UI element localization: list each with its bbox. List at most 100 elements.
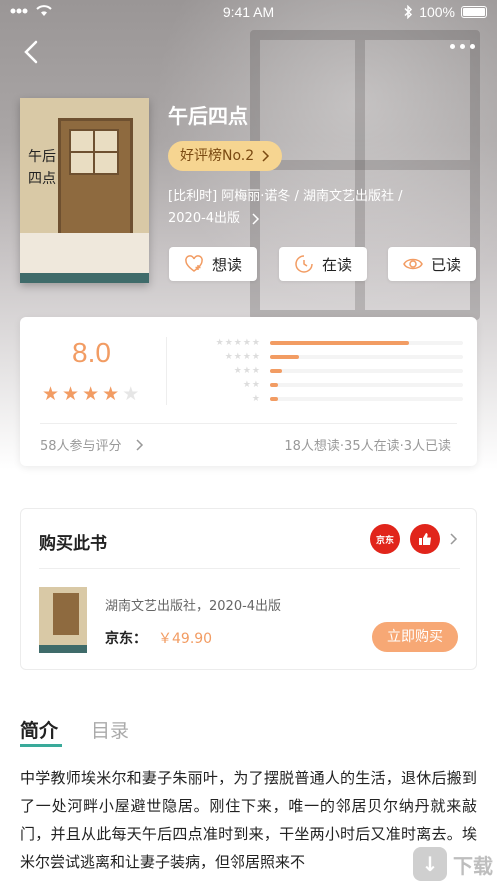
cover-strip-art bbox=[20, 273, 149, 283]
more-dot-icon bbox=[460, 44, 465, 49]
rating-stats: 18人想读·35人在读·3人已读 bbox=[284, 439, 451, 454]
reading-button[interactable]: 在读 bbox=[279, 247, 367, 281]
book-meta[interactable]: [比利时] 阿梅丽·诺冬 / 湖南文艺出版社 / 2020-4出版 bbox=[168, 186, 458, 230]
battery-icon bbox=[461, 6, 487, 18]
buy-shop-icons[interactable]: 京东 bbox=[370, 524, 458, 554]
star-small-icon: ★ bbox=[251, 337, 260, 348]
rating-row-stars: ★ ★ ★ ★ ★ bbox=[188, 337, 260, 348]
tab-active-underline bbox=[20, 744, 62, 747]
rating-footer-divider bbox=[40, 423, 457, 424]
star-small-icon: ★ bbox=[242, 379, 251, 390]
have-read-label: 已读 bbox=[430, 255, 461, 274]
more-button[interactable] bbox=[450, 44, 475, 49]
watermark: ↓ 下载 bbox=[413, 847, 493, 881]
rating-card: 8.0 ★ ★ ★ ★ ★ ★ ★ ★ ★ ★ ★ ★ ★ ★ ★ ★ ★ ★ ★ ★ 58人参与评分 18人想读·… bbox=[20, 317, 477, 466]
buy-price: ￥49.90 bbox=[158, 631, 213, 647]
star-filled-icon: ★ bbox=[62, 383, 80, 405]
eye-check-icon bbox=[403, 258, 423, 270]
star-small-icon: ★ bbox=[233, 337, 242, 348]
chevron-right-icon bbox=[450, 533, 458, 545]
bluetooth-icon bbox=[404, 5, 413, 19]
rating-bar-track bbox=[270, 383, 463, 387]
rating-bar-track bbox=[270, 355, 463, 359]
watermark-text: 下载 bbox=[453, 853, 493, 878]
tab-intro[interactable]: 简介 bbox=[20, 716, 58, 743]
star-small-icon: ★ bbox=[251, 393, 260, 404]
rank-badge[interactable]: 好评榜No.2 bbox=[168, 141, 283, 171]
more-dot-icon bbox=[470, 44, 475, 49]
thumbs-up-icon bbox=[419, 533, 431, 545]
rating-bar-fill bbox=[270, 341, 409, 345]
rating-bar-track bbox=[270, 341, 463, 345]
star-small-icon: ★ bbox=[215, 337, 224, 348]
back-button[interactable] bbox=[18, 38, 46, 66]
status-right-group: 100% bbox=[403, 4, 487, 20]
star-small-icon: ★ bbox=[242, 337, 251, 348]
rating-bar-fill bbox=[270, 397, 278, 401]
more-dot-icon bbox=[450, 44, 455, 49]
rating-score: 8.0 bbox=[72, 337, 111, 368]
star-small-icon: ★ bbox=[224, 337, 233, 348]
rating-distribution-row: ★ ★ ★ ★ bbox=[188, 351, 463, 362]
rating-row-stars: ★ bbox=[188, 393, 260, 404]
want-to-read-label: 想读 bbox=[211, 255, 242, 274]
have-read-button[interactable]: 已读 bbox=[388, 247, 476, 281]
reading-label: 在读 bbox=[321, 255, 352, 274]
book-meta-line2: 2020-4出版 bbox=[168, 211, 241, 226]
rating-bar-track bbox=[270, 369, 463, 373]
rating-divider bbox=[166, 337, 167, 405]
buy-book-thumbnail bbox=[39, 587, 87, 653]
rating-distribution-row: ★ bbox=[188, 393, 463, 404]
star-small-icon: ★ bbox=[251, 379, 260, 390]
buy-publisher: 湖南文艺出版社，2020-4出版 bbox=[105, 599, 282, 614]
buy-divider bbox=[39, 568, 460, 569]
rank-badge-label: 好评榜No.2 bbox=[180, 148, 255, 164]
buy-card: 购买此书 京东 湖南文艺出版社，2020-4出版 京东： ￥49.90 立即购买 bbox=[20, 508, 477, 670]
thumbs-up-shop-icon[interactable] bbox=[410, 524, 440, 554]
star-small-icon: ★ bbox=[242, 365, 251, 376]
star-small-icon: ★ bbox=[251, 351, 260, 362]
book-meta-line1: [比利时] 阿梅丽·诺冬 / 湖南文艺出版社 / bbox=[168, 189, 403, 204]
jd-shop-label: 京东 bbox=[375, 535, 394, 546]
rating-row-stars: ★ ★ ★ ★ bbox=[188, 351, 260, 362]
star-empty-icon: ★ bbox=[122, 383, 140, 405]
rating-count-link[interactable]: 58人参与评分 bbox=[40, 435, 144, 454]
rating-bar-fill bbox=[270, 383, 278, 387]
star-small-icon: ★ bbox=[242, 351, 251, 362]
jd-shop-icon[interactable]: 京东 bbox=[370, 524, 400, 554]
mini-strip-art bbox=[39, 645, 87, 653]
want-to-read-button[interactable]: 想读 bbox=[169, 247, 257, 281]
star-small-icon: ★ bbox=[251, 365, 260, 376]
rating-bar-fill bbox=[270, 355, 299, 359]
buy-now-button[interactable]: 立即购买 bbox=[372, 622, 458, 652]
star-filled-icon: ★ bbox=[42, 383, 60, 405]
star-filled-icon: ★ bbox=[82, 383, 100, 405]
tab-contents[interactable]: 目录 bbox=[91, 716, 129, 743]
rating-count-label: 58人参与评分 bbox=[40, 439, 122, 454]
buy-store-label: 京东： bbox=[105, 631, 147, 647]
book-cover[interactable]: 午后四点 bbox=[20, 98, 149, 283]
cover-door-art bbox=[58, 118, 133, 238]
buy-title: 购买此书 bbox=[39, 534, 107, 554]
rating-distribution-row: ★ ★ bbox=[188, 379, 463, 390]
star-small-icon: ★ bbox=[233, 365, 242, 376]
chevron-right-icon bbox=[136, 439, 143, 451]
star-small-icon: ★ bbox=[224, 351, 233, 362]
cover-title: 午后四点 bbox=[28, 149, 56, 187]
chevron-left-icon bbox=[24, 40, 38, 64]
cover-window-art bbox=[69, 129, 119, 175]
watermark-logo-icon: ↓ bbox=[413, 847, 447, 881]
rating-bar-track bbox=[270, 397, 463, 401]
rating-row-stars: ★ ★ ★ bbox=[188, 365, 260, 376]
battery-percent: 100% bbox=[419, 4, 455, 20]
heart-plus-icon bbox=[185, 255, 203, 272]
intro-text: 中学教师埃米尔和妻子朱丽叶，为了摆脱普通人的生活，退休后搬到了一处河畔小屋避世隐… bbox=[20, 769, 477, 871]
rating-row-stars: ★ ★ bbox=[188, 379, 260, 390]
status-bar: 9:41 AM 100% bbox=[0, 0, 497, 26]
clock-icon bbox=[295, 255, 313, 273]
rating-distribution-row: ★ ★ ★ bbox=[188, 365, 463, 376]
chevron-right-icon bbox=[262, 150, 270, 162]
star-filled-icon: ★ bbox=[102, 383, 120, 405]
star-small-icon: ★ bbox=[233, 351, 242, 362]
rating-bar-fill bbox=[270, 369, 282, 373]
